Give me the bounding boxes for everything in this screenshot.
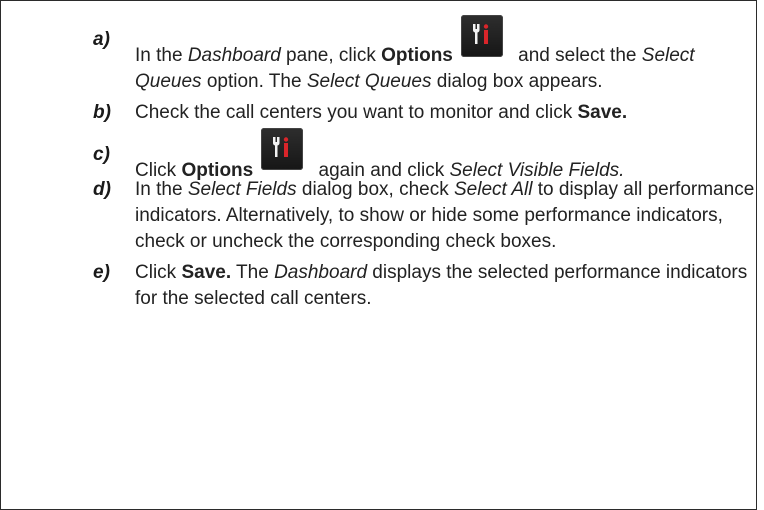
step-d: d) In the Select Fields dialog box, chec… <box>93 177 761 255</box>
save-term: Save. <box>181 262 232 283</box>
text-run: dialog box appears. <box>431 71 603 92</box>
text-run: In the <box>135 45 188 66</box>
dashboard-term: Dashboard <box>187 45 281 66</box>
text-run: pane, click <box>280 45 382 66</box>
step-text: In the Dashboard pane, click Options and… <box>135 15 761 95</box>
step-marker: b) <box>93 102 111 123</box>
text-run: and select the <box>512 45 642 66</box>
save-term: Save. <box>577 102 628 123</box>
options-icon <box>460 15 503 57</box>
step-marker: d) <box>93 179 111 200</box>
select-queues-term: Select Queues <box>306 71 432 92</box>
step-marker: e) <box>93 262 110 283</box>
text-run: Check the call centers you want to monit… <box>135 102 578 123</box>
step-text: Check the call centers you want to monit… <box>135 100 761 126</box>
text-run: The <box>231 262 275 283</box>
dashboard-term: Dashboard <box>274 262 368 283</box>
step-b: b) Check the call centers you want to mo… <box>93 100 761 126</box>
text-run: Click <box>135 262 182 283</box>
document-frame: a) In the Dashboard pane, click Options … <box>0 0 757 510</box>
text-run: dialog box, check <box>296 179 454 200</box>
options-term: Options <box>381 45 453 66</box>
select-all-term: Select All <box>453 179 533 200</box>
options-icon <box>261 128 304 170</box>
instruction-list: a) In the Dashboard pane, click Options … <box>93 15 761 317</box>
text-run: In the <box>135 179 188 200</box>
step-a: a) In the Dashboard pane, click Options … <box>93 15 761 95</box>
step-marker: c) <box>93 144 110 165</box>
step-text: Click Save. The Dashboard displays the s… <box>135 260 761 312</box>
step-marker: a) <box>93 29 110 50</box>
step-e: e) Click Save. The Dashboard displays th… <box>93 260 761 312</box>
step-text: In the Select Fields dialog box, check S… <box>135 177 761 255</box>
select-fields-term: Select Fields <box>187 179 297 200</box>
text-run: option. The <box>201 71 307 92</box>
